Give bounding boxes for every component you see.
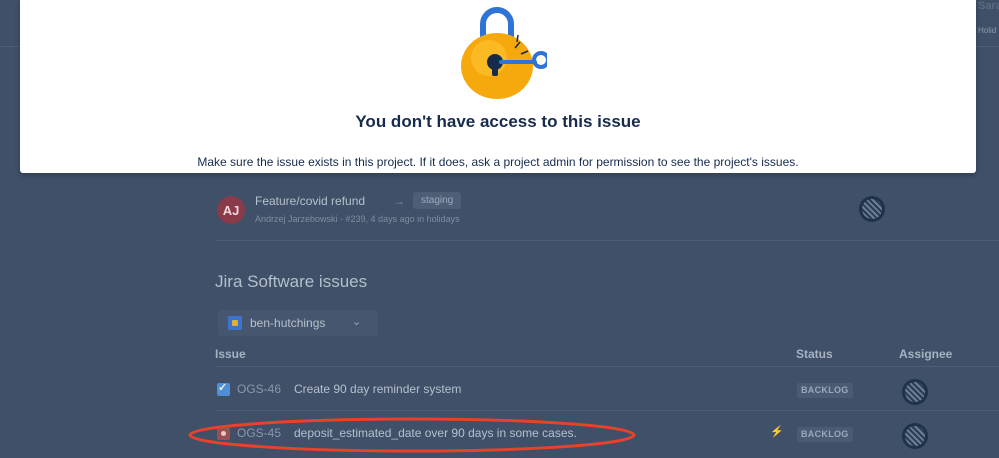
top-right-title: Sarat bbox=[978, 0, 999, 12]
highlight-ellipse bbox=[188, 417, 636, 453]
assignee-avatar bbox=[902, 379, 928, 405]
pull-request-title[interactable]: Feature/covid refund bbox=[255, 194, 365, 208]
priority-icon: ⚡ bbox=[770, 426, 784, 438]
divider bbox=[215, 366, 999, 367]
chevron-down-icon: ⌄ bbox=[352, 316, 362, 328]
reviewer-avatar bbox=[859, 196, 885, 222]
jira-section-title: Jira Software issues bbox=[215, 272, 368, 291]
issue-key[interactable]: OGS-46 bbox=[237, 382, 281, 396]
author-avatar: AJ bbox=[217, 196, 245, 224]
project-icon bbox=[228, 316, 242, 330]
pull-request-row[interactable]: AJ Feature/covid refund → staging Andrze… bbox=[215, 190, 985, 236]
pull-request-meta: Andrzej Jarzebowski - #239, 4 days ago i… bbox=[255, 214, 460, 224]
dialog-message: Make sure the issue exists in this proje… bbox=[197, 155, 799, 169]
issue-row[interactable]: OGS-46 Create 90 day reminder system BAC… bbox=[215, 372, 985, 410]
project-selector[interactable]: ben-hutchings ⌄ bbox=[218, 310, 378, 336]
assignee-avatar bbox=[902, 423, 928, 449]
status-badge: BACKLOG bbox=[797, 383, 853, 398]
column-header-assignee: Assignee bbox=[899, 347, 953, 361]
divider bbox=[215, 410, 999, 411]
column-header-issue: Issue bbox=[215, 347, 246, 361]
dialog-title: You don't have access to this issue bbox=[355, 112, 641, 131]
lock-with-key-icon bbox=[457, 4, 550, 100]
task-icon bbox=[217, 381, 230, 396]
access-denied-dialog: You don't have access to this issue Make… bbox=[20, 0, 976, 173]
column-header-status: Status bbox=[796, 347, 833, 361]
divider bbox=[215, 240, 999, 241]
project-selector-label: ben-hutchings bbox=[250, 316, 326, 330]
target-branch-badge: staging bbox=[413, 192, 462, 209]
issue-summary[interactable]: Create 90 day reminder system bbox=[294, 382, 461, 396]
arrow-right-icon: → bbox=[393, 194, 405, 208]
top-right-subtitle: Holid bbox=[978, 26, 997, 35]
status-badge: BACKLOG bbox=[797, 427, 853, 442]
